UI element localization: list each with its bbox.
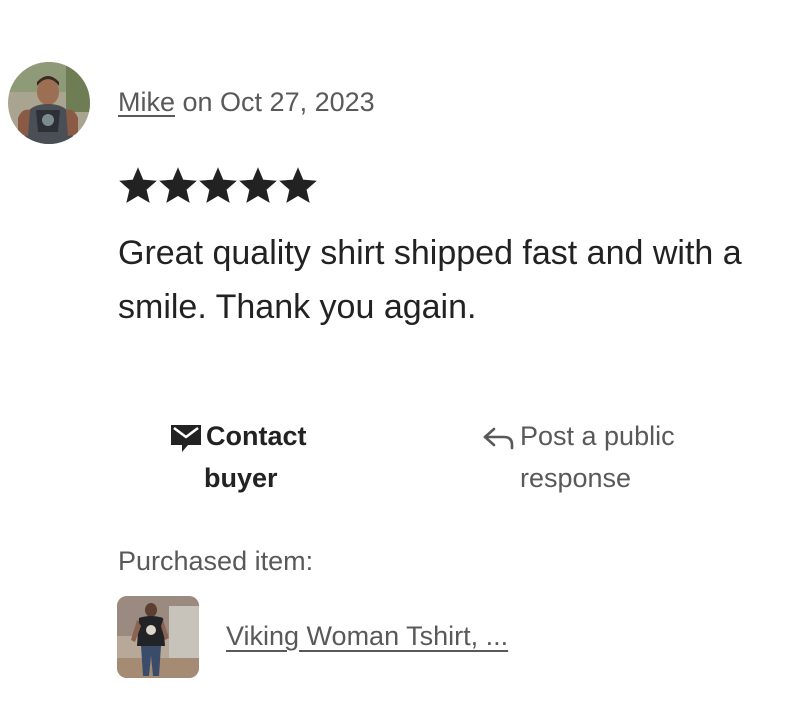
reviewer-name-link[interactable]: Mike <box>118 87 175 117</box>
contact-buyer-label-line2: buyer <box>204 463 278 493</box>
review-date: on Oct 27, 2023 <box>175 87 375 117</box>
post-response-label-line2: response <box>520 463 632 493</box>
review-byline: Mike on Oct 27, 2023 <box>118 84 375 120</box>
envelope-icon <box>168 415 206 457</box>
star-icon <box>159 167 197 203</box>
star-icon <box>279 167 317 203</box>
purchased-item-label: Purchased item: <box>118 546 314 576</box>
avatar-image <box>8 62 90 144</box>
contact-buyer-label-line1: Contact <box>206 421 307 451</box>
reply-arrow-icon <box>480 415 520 457</box>
product-image <box>117 596 199 678</box>
reviewer-avatar[interactable] <box>8 62 90 144</box>
star-icon <box>119 167 157 203</box>
star-icon <box>239 167 277 203</box>
post-public-response-button[interactable]: Post a public response <box>480 415 740 499</box>
star-icon <box>199 167 237 203</box>
star-rating <box>118 166 318 206</box>
post-response-label-line1: Post a public <box>520 421 675 451</box>
purchased-item-thumbnail[interactable] <box>117 596 199 678</box>
contact-buyer-button[interactable]: Contact buyer <box>168 415 368 499</box>
review-text: Great quality shirt shipped fast and wit… <box>118 234 742 326</box>
purchased-item-link[interactable]: Viking Woman Tshirt, ... <box>226 618 508 654</box>
